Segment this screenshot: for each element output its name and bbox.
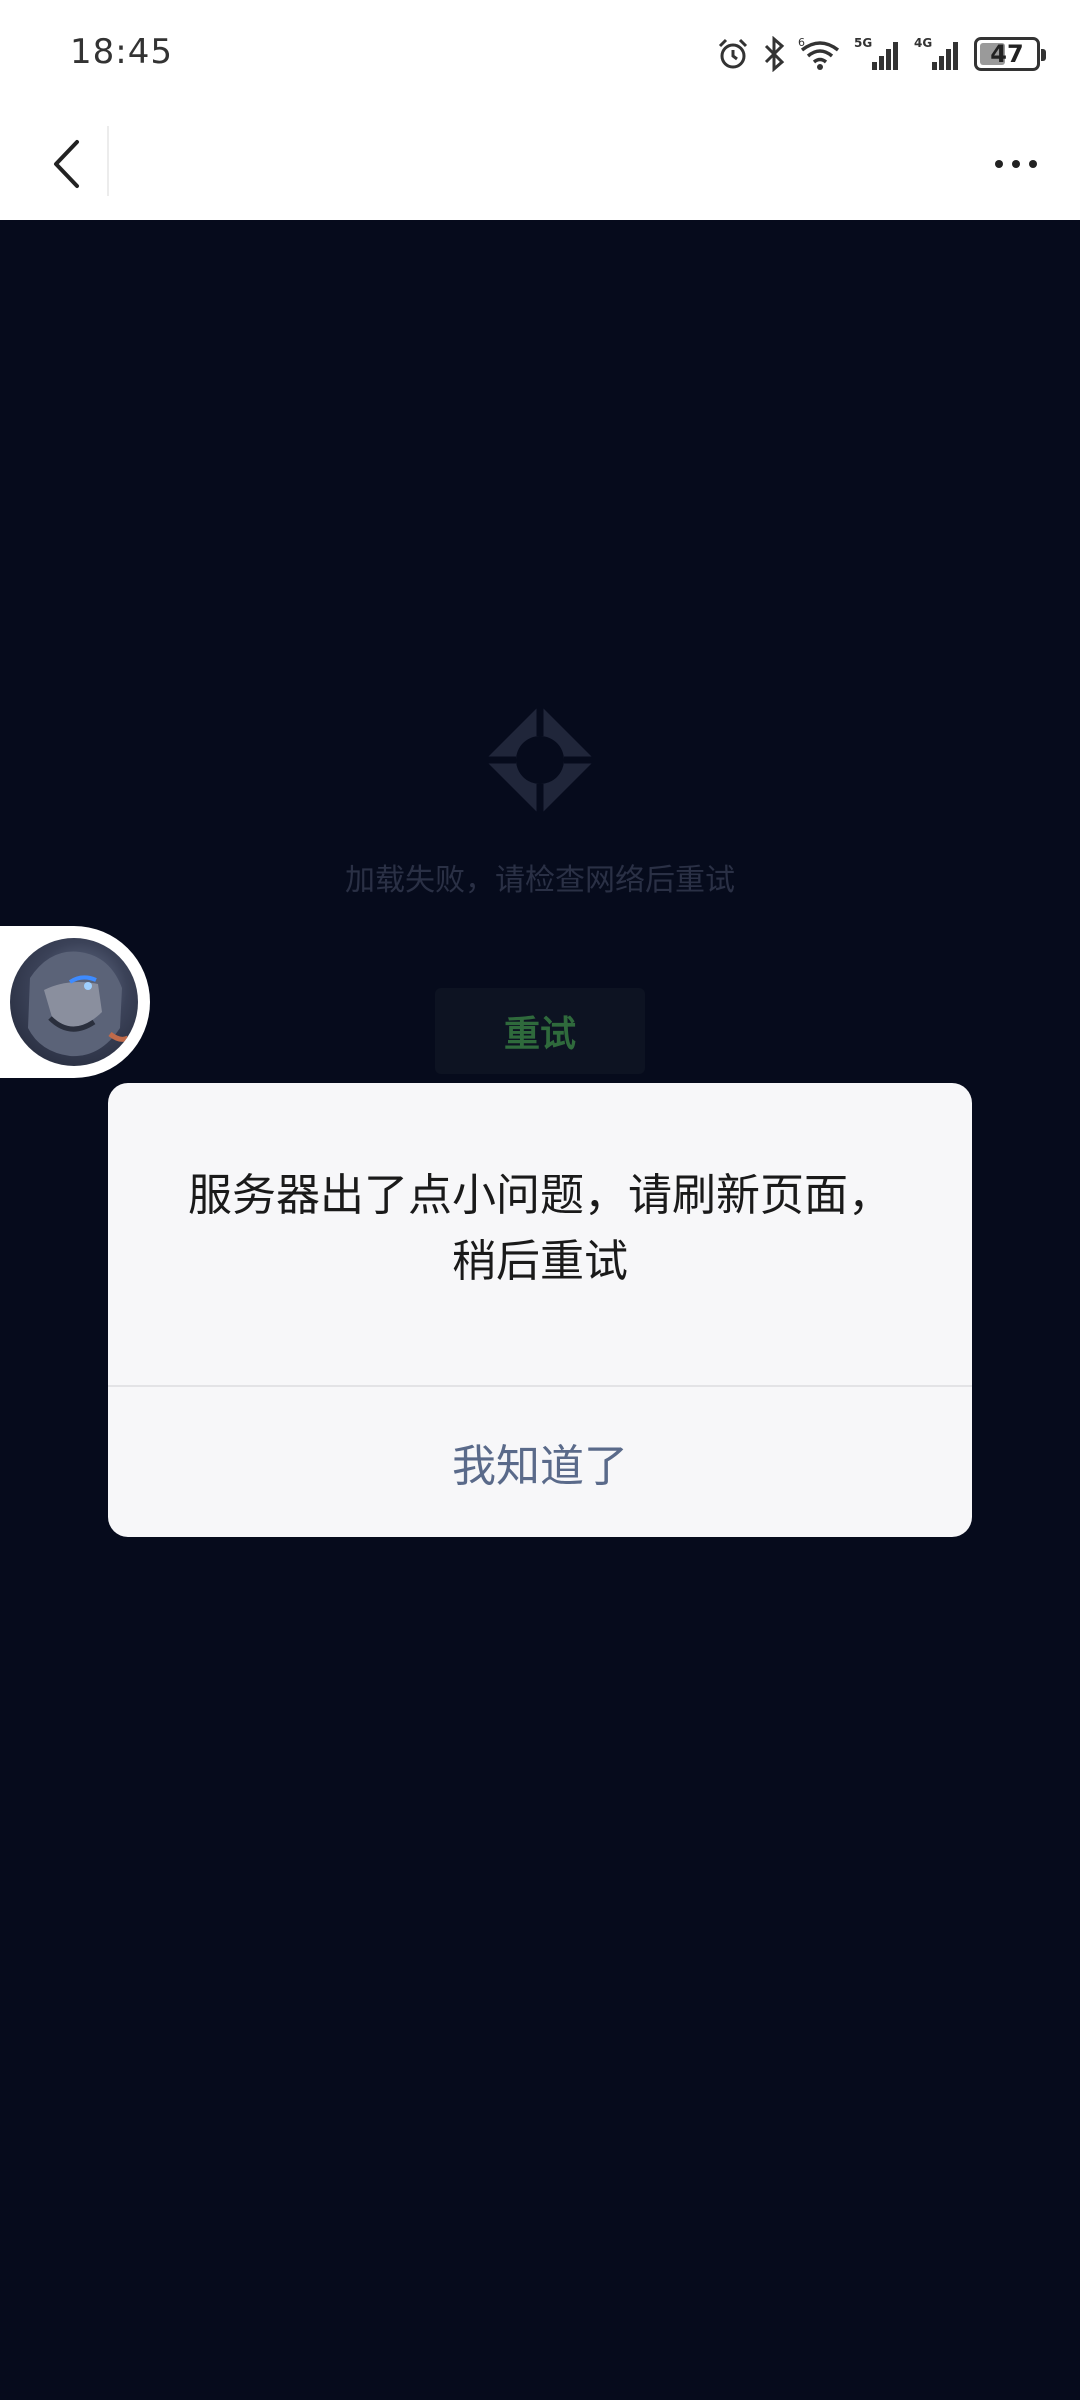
chevron-left-icon bbox=[54, 140, 79, 188]
battery-level: 47 bbox=[990, 40, 1024, 68]
wifi-label: 6 bbox=[798, 36, 805, 49]
network-5g-label: 5G bbox=[854, 36, 872, 50]
error-dialog: 服务器出了点小问题，请刷新页面，稍后重试 我知道了 bbox=[108, 1083, 972, 1537]
more-dot bbox=[1012, 160, 1020, 168]
network-4g-label: 4G bbox=[914, 36, 932, 50]
more-dot bbox=[995, 160, 1003, 168]
app-logo-icon bbox=[485, 705, 595, 815]
more-button[interactable] bbox=[976, 126, 1056, 202]
dialog-confirm-button[interactable]: 我知道了 bbox=[108, 1387, 972, 1537]
signal-5g-icon: 5G bbox=[854, 36, 898, 70]
status-time: 18:45 bbox=[70, 32, 173, 72]
battery-icon: 47 bbox=[974, 37, 1046, 71]
load-error-message: 加载失败，请检查网络后重试 bbox=[345, 863, 735, 898]
avatar bbox=[10, 938, 138, 1066]
nav-divider bbox=[107, 126, 109, 196]
alarm-icon bbox=[718, 38, 748, 69]
status-bar: 18:45 6 5G 4G 47 bbox=[0, 0, 1080, 108]
avatar-image bbox=[28, 951, 130, 1057]
status-icons: 6 5G 4G 47 bbox=[716, 30, 1046, 78]
wifi-icon: 6 bbox=[798, 36, 840, 70]
bluetooth-icon bbox=[764, 36, 785, 72]
retry-button[interactable]: 重试 bbox=[435, 988, 645, 1074]
back-button[interactable] bbox=[28, 126, 104, 202]
nav-bar bbox=[0, 108, 1080, 220]
dialog-message: 服务器出了点小问题，请刷新页面，稍后重试 bbox=[188, 1170, 892, 1287]
signal-4g-icon: 4G bbox=[914, 36, 958, 70]
more-dot bbox=[1029, 160, 1037, 168]
floating-avatar-button[interactable] bbox=[0, 926, 150, 1078]
